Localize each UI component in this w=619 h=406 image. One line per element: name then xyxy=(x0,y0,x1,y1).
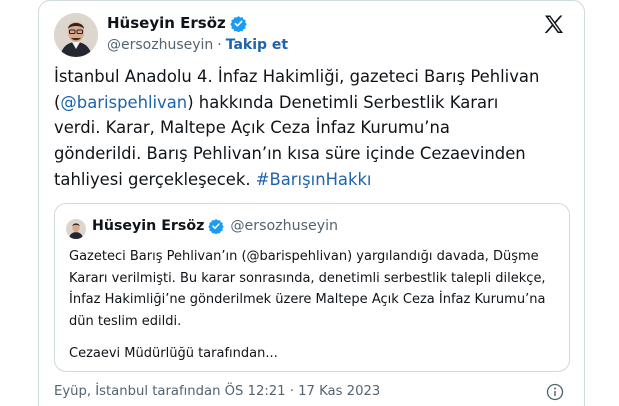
hashtag-link[interactable]: #BarışınHakkı xyxy=(256,170,372,189)
quoted-line: Kararı verilmişti. Bu karar sonrasında, … xyxy=(69,270,546,286)
author-avatar-image xyxy=(54,13,98,57)
embedded-tweet-card: Hüseyin Ersöz @ersozhuseyin · Takip et İ… xyxy=(38,0,585,406)
quoted-tweet[interactable]: Hüseyin Ersöz @ersozhuseyin Gazeteci Bar… xyxy=(54,203,570,372)
quoted-tweet-truncated-text: Cezaevi Müdürlüğü tarafından... xyxy=(69,346,278,361)
quoted-author-handle: @ersozhuseyin xyxy=(230,218,339,234)
tweet-timestamp-location[interactable]: Eyüp, İstanbul tarafından ÖS 12:21 · 17 … xyxy=(54,384,380,399)
tweet-line-text: tahliyesi gerçekleşecek. xyxy=(54,169,256,189)
tweet-line: İstanbul Anadolu 4. İnfaz Hakimliği, gaz… xyxy=(54,67,540,86)
follow-link[interactable]: Takip et xyxy=(226,37,288,53)
tweet-line: tahliyesi gerçekleşecek. #BarışınHakkı xyxy=(54,167,569,193)
quoted-line: İnfaz Hakimliği’ne gönderilmek üzere Mal… xyxy=(69,292,546,307)
quoted-line: Gazeteci Barış Pehlivan’ın (@barispehliv… xyxy=(69,249,539,264)
tweet-line: gönderildi. Barış Pehlivan’ın kısa süre … xyxy=(54,144,526,164)
info-icon[interactable] xyxy=(546,383,564,401)
tweet-line: (@barispehlivan) hakkında Denetimli Serb… xyxy=(54,90,569,116)
quoted-line: dün teslim edildi. xyxy=(69,313,182,329)
tweet-text: İstanbul Anadolu 4. İnfaz Hakimliği, gaz… xyxy=(54,64,569,193)
quoted-author-name: Hüseyin Ersöz xyxy=(92,218,205,234)
author-name[interactable]: Hüseyin Ersöz xyxy=(107,14,247,32)
author-avatar[interactable] xyxy=(54,13,98,57)
verified-badge-icon xyxy=(230,15,247,32)
tweet-line: verdi. Karar, Maltepe Açık Ceza İnfaz Ku… xyxy=(54,118,450,138)
author-handle[interactable]: @ersozhuseyin xyxy=(107,37,213,53)
author-name-text: Hüseyin Ersöz xyxy=(107,14,226,32)
tweet-line-text: ) hakkında Denetimli Serbestlik Kararı xyxy=(187,92,499,112)
quoted-author-header: Hüseyin Ersöz @ersozhuseyin xyxy=(92,218,338,234)
x-logo-icon[interactable] xyxy=(542,13,566,37)
separator-dot: · xyxy=(217,37,222,53)
quoted-author-avatar xyxy=(66,219,86,239)
quoted-tweet-text: Gazeteci Barış Pehlivan’ın (@barispehliv… xyxy=(69,246,561,332)
verified-badge-icon xyxy=(208,219,225,234)
quoted-avatar-image xyxy=(66,219,86,239)
mention-link[interactable]: @barispehlivan xyxy=(60,93,187,112)
author-handle-line: @ersozhuseyin · Takip et xyxy=(107,37,288,53)
